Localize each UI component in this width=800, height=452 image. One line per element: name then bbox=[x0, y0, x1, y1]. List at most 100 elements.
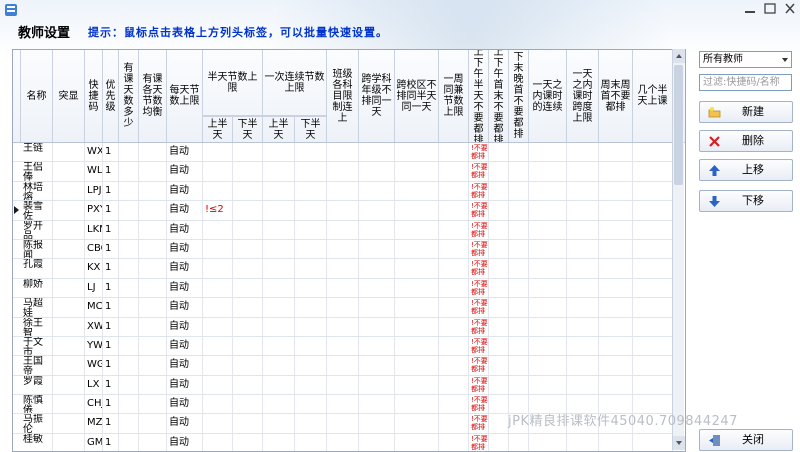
table-cell[interactable] bbox=[395, 162, 439, 181]
table-cell[interactable] bbox=[327, 143, 359, 162]
cell-name[interactable]: 王国帝 bbox=[21, 356, 53, 375]
col-cross-subject[interactable]: 跨学科年级不排同一天 bbox=[359, 50, 395, 142]
table-cell[interactable] bbox=[233, 220, 263, 239]
table-cell[interactable] bbox=[529, 298, 567, 317]
table-cell[interactable] bbox=[327, 375, 359, 395]
table-cell[interactable] bbox=[233, 414, 263, 433]
table-cell[interactable] bbox=[139, 317, 167, 336]
table-cell[interactable] bbox=[599, 259, 633, 278]
cell-name[interactable]: 孔霞 bbox=[21, 259, 53, 278]
table-cell[interactable] bbox=[263, 433, 295, 451]
table-cell[interactable] bbox=[53, 298, 85, 317]
table-cell[interactable] bbox=[139, 239, 167, 259]
cell-am-pm-both[interactable]: !不要都排 bbox=[469, 336, 489, 356]
table-cell[interactable] bbox=[295, 259, 327, 278]
table-cell[interactable] bbox=[439, 201, 469, 220]
table-row[interactable]: 徐王智 XW 1 自动 !不要都排 bbox=[13, 317, 673, 337]
table-cell[interactable] bbox=[119, 317, 139, 336]
cell-priority[interactable]: 1 bbox=[103, 414, 119, 433]
table-cell[interactable] bbox=[489, 239, 509, 259]
table-cell[interactable] bbox=[439, 220, 469, 239]
table-cell[interactable] bbox=[509, 143, 529, 162]
table-cell[interactable] bbox=[233, 395, 263, 414]
table-cell[interactable] bbox=[395, 336, 439, 356]
col-am-first-last[interactable]: 上下午首末不要都排 bbox=[489, 50, 509, 142]
filter-input[interactable]: 过滤:快捷码/名称 bbox=[699, 74, 792, 91]
table-cell[interactable] bbox=[263, 162, 295, 181]
table-cell[interactable] bbox=[599, 220, 633, 239]
table-cell[interactable] bbox=[633, 181, 673, 201]
col-daily-max[interactable]: 每天节数上限 bbox=[167, 50, 203, 142]
cell-code[interactable]: CHJ bbox=[85, 395, 103, 414]
cell-code[interactable]: LJ bbox=[85, 278, 103, 298]
cell-half-am[interactable] bbox=[203, 336, 233, 356]
cell-code[interactable]: MZH bbox=[85, 414, 103, 433]
table-cell[interactable] bbox=[359, 162, 395, 181]
table-cell[interactable] bbox=[489, 220, 509, 239]
cell-half-am[interactable] bbox=[203, 433, 233, 451]
table-cell[interactable] bbox=[233, 201, 263, 220]
cell-daily[interactable]: 自动 bbox=[167, 239, 203, 259]
table-cell[interactable] bbox=[53, 356, 85, 375]
cell-am-pm-both[interactable]: !不要都排 bbox=[469, 356, 489, 375]
cell-priority[interactable]: 1 bbox=[103, 278, 119, 298]
table-cell[interactable] bbox=[509, 181, 529, 201]
cell-name[interactable]: 柳娇 bbox=[21, 278, 53, 298]
table-cell[interactable] bbox=[489, 317, 509, 336]
table-cell[interactable] bbox=[53, 201, 85, 220]
table-row[interactable]: 柳娇 LJ 1 自动 !不要都排 bbox=[13, 278, 673, 299]
table-cell[interactable] bbox=[139, 220, 167, 239]
table-cell[interactable] bbox=[599, 239, 633, 259]
cell-half-am[interactable] bbox=[203, 414, 233, 433]
table-cell[interactable] bbox=[53, 375, 85, 395]
table-cell[interactable] bbox=[359, 181, 395, 201]
table-cell[interactable] bbox=[295, 201, 327, 220]
table-cell[interactable] bbox=[509, 317, 529, 336]
table-cell[interactable] bbox=[529, 278, 567, 298]
col-balance[interactable]: 有课各天节数均衡 bbox=[139, 50, 167, 142]
table-cell[interactable] bbox=[529, 220, 567, 239]
table-cell[interactable] bbox=[599, 181, 633, 201]
cell-daily[interactable]: 自动 bbox=[167, 278, 203, 298]
table-cell[interactable] bbox=[567, 181, 599, 201]
table-cell[interactable] bbox=[509, 298, 529, 317]
table-cell[interactable] bbox=[53, 336, 85, 356]
table-cell[interactable] bbox=[233, 336, 263, 356]
delete-button[interactable]: 删除 bbox=[699, 130, 793, 152]
table-cell[interactable] bbox=[395, 298, 439, 317]
table-cell[interactable] bbox=[263, 414, 295, 433]
cell-priority[interactable]: 1 bbox=[103, 201, 119, 220]
table-cell[interactable] bbox=[489, 181, 509, 201]
cell-half-am[interactable] bbox=[203, 181, 233, 201]
table-cell[interactable] bbox=[119, 414, 139, 433]
cell-half-am[interactable] bbox=[203, 239, 233, 259]
table-cell[interactable] bbox=[359, 259, 395, 278]
cell-name[interactable]: 于文市 bbox=[21, 336, 53, 356]
table-cell[interactable] bbox=[233, 259, 263, 278]
table-cell[interactable] bbox=[53, 317, 85, 336]
cell-code[interactable]: YWF bbox=[85, 336, 103, 356]
table-cell[interactable] bbox=[489, 395, 509, 414]
table-cell[interactable] bbox=[509, 433, 529, 451]
cell-half-am[interactable] bbox=[203, 259, 233, 278]
cell-code[interactable]: LKM bbox=[85, 220, 103, 239]
table-cell[interactable] bbox=[599, 317, 633, 336]
col-one-day-span[interactable]: 一天之内课时跨度上限 bbox=[567, 50, 599, 142]
cell-half-am[interactable] bbox=[203, 356, 233, 375]
cell-code[interactable]: LPJ bbox=[85, 181, 103, 201]
col-name[interactable]: 名称 bbox=[21, 50, 53, 142]
table-cell[interactable] bbox=[327, 356, 359, 375]
table-cell[interactable] bbox=[439, 278, 469, 298]
table-cell[interactable] bbox=[599, 375, 633, 395]
cell-code[interactable]: GM bbox=[85, 433, 103, 451]
table-cell[interactable] bbox=[359, 356, 395, 375]
table-cell[interactable] bbox=[489, 201, 509, 220]
table-row[interactable]: 罗霞 LX 1 自动 !不要都排 bbox=[13, 375, 673, 396]
col-cross-campus[interactable]: 跨校区不排同半天同一天 bbox=[395, 50, 439, 142]
col-consec-am[interactable]: 上半天 bbox=[263, 116, 295, 142]
cell-name[interactable]: 裴雪佐 bbox=[21, 201, 53, 220]
table-cell[interactable] bbox=[633, 433, 673, 451]
table-cell[interactable] bbox=[509, 259, 529, 278]
table-cell[interactable] bbox=[263, 259, 295, 278]
table-cell[interactable] bbox=[327, 414, 359, 433]
